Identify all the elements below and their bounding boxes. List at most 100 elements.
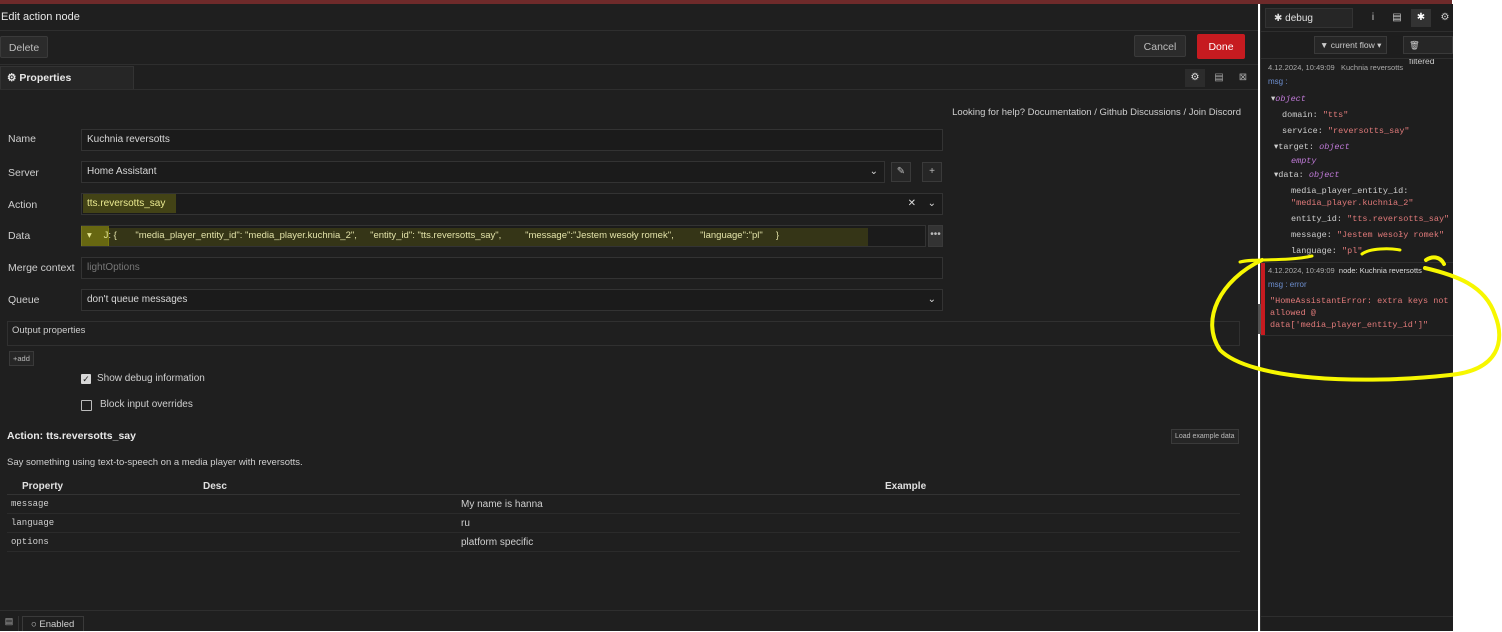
empty-label: empty [1291, 156, 1317, 166]
action-description: Say something using text-to-speech on a … [7, 457, 303, 468]
book-icon[interactable]: ▤ [1387, 9, 1407, 27]
table-row: message My name is hanna [7, 494, 1240, 514]
name-label: Name [8, 133, 37, 145]
server-select[interactable]: Home Assistant ⌄ [81, 161, 885, 183]
filter-label: current flow [1330, 40, 1375, 50]
settings-tab-icon[interactable]: ⚙ [1185, 69, 1205, 87]
clear-icon[interactable]: ✕ [908, 194, 916, 214]
cancel-button[interactable]: Cancel [1134, 35, 1186, 57]
data-label: Data [8, 230, 31, 242]
annotation-drawing [1210, 247, 1502, 382]
pencil-icon: ✎ [896, 166, 906, 177]
separator: / [1094, 107, 1097, 118]
queue-value: don't queue messages [87, 294, 188, 305]
example-cell: platform specific [457, 532, 1240, 552]
filter-icon: ▼ [1320, 40, 1329, 50]
action-label: Action [8, 199, 38, 211]
documentation-link[interactable]: Documentation [1028, 107, 1092, 118]
message-path: msg : [1268, 77, 1288, 86]
queue-select[interactable]: don't queue messages ⌄ [81, 289, 943, 311]
column-header: Example [457, 478, 1240, 495]
type-label: object [1275, 94, 1306, 104]
data-row[interactable]: ▾data: object [1274, 170, 1340, 180]
key: message: [1291, 230, 1332, 240]
output-properties-label: Output properties [12, 325, 86, 336]
dialog-title: Edit action node [1, 11, 80, 23]
block-overrides-label: Block input overrides [100, 399, 193, 410]
message-timestamp: 4.12.2024, 10:49:09 Kuchnia reversotts [1268, 63, 1403, 72]
tab-properties[interactable]: ⚙ Properties [0, 66, 134, 90]
filter-dropdown[interactable]: ▼ current flow ▾ [1314, 36, 1388, 54]
clear-messages-button[interactable]: 🗑 filtered [1403, 36, 1453, 66]
target-row[interactable]: ▾target: object [1274, 142, 1350, 152]
message-source[interactable]: Kuchnia reversotts [1341, 63, 1403, 72]
property-cell: options [7, 532, 88, 552]
domain-row: domain: "tts" [1282, 110, 1348, 120]
timestamp: 4.12.2024, 10:49:09 [1268, 63, 1335, 72]
name-input[interactable]: Kuchnia reversotts [81, 129, 943, 151]
property-cell: message [7, 494, 88, 514]
github-link[interactable]: Github Discussions [1099, 107, 1180, 118]
show-debug-label: Show debug information [97, 373, 205, 384]
chevron-down-icon: ⌄ [927, 198, 936, 209]
queue-label: Queue [8, 294, 40, 306]
property-cell: language [7, 513, 88, 533]
column-header: Property [7, 478, 88, 495]
help-links: Looking for help? Documentation / Github… [952, 107, 1241, 118]
annotation-highlight [83, 194, 176, 213]
discord-link[interactable]: Join Discord [1189, 107, 1241, 118]
table-row: options platform specific [7, 532, 1240, 552]
edit-server-button[interactable]: ✎ [891, 162, 911, 182]
circle-icon: ○ [31, 619, 37, 630]
desc-cell [88, 513, 457, 533]
trash-icon: 🗑 [1409, 40, 1420, 50]
message-row: message: "Jestem wesoły romek" [1291, 230, 1444, 240]
server-value: Home Assistant [87, 166, 157, 177]
action-select[interactable]: tts.reversotts_say ✕ ⌄ [81, 193, 943, 215]
output-properties-box: Output properties [7, 321, 1240, 346]
entity-id-row: entity_id: "tts.reversotts_say" [1291, 214, 1449, 224]
enabled-toggle[interactable]: ○ Enabled [22, 616, 84, 631]
key: target: [1278, 142, 1314, 152]
key: media_player_entity_id: [1291, 186, 1409, 196]
key: entity_id: [1291, 214, 1343, 224]
type-label: object [1319, 142, 1350, 152]
chevron-down-icon: ⌄ [869, 166, 878, 177]
chevron-down-icon: ⌄ [927, 294, 936, 305]
add-server-button[interactable]: + [922, 162, 942, 182]
done-button[interactable]: Done [1197, 34, 1245, 59]
book-icon[interactable]: ▤ [0, 616, 19, 631]
object-root[interactable]: ▾object [1271, 94, 1306, 104]
desc-cell [88, 532, 457, 552]
load-example-button[interactable]: Load example data [1171, 429, 1239, 444]
action-doc-table: Property Desc Example message My name is … [7, 478, 1240, 552]
value: "tts" [1322, 110, 1349, 120]
description-tab-icon[interactable]: ▤ [1209, 69, 1229, 87]
merge-context-input[interactable]: lightOptions [81, 257, 943, 279]
desc-cell [88, 494, 457, 514]
debug-tab-label: debug [1285, 13, 1313, 24]
expand-editor-button[interactable]: ••• [928, 225, 943, 247]
tab-debug[interactable]: ✱ debug [1265, 8, 1353, 28]
chevron-down-icon: ▾ [1377, 40, 1382, 50]
bug-icon[interactable]: ✱ [1411, 9, 1431, 27]
add-output-button[interactable]: +add [9, 351, 34, 366]
appearance-tab-icon[interactable]: ⊠ [1233, 69, 1253, 87]
key: domain: [1282, 110, 1318, 120]
ellipsis-icon: ••• [930, 229, 941, 240]
info-icon[interactable]: i [1363, 9, 1383, 27]
show-debug-checkbox[interactable]: ✓ [81, 374, 91, 384]
delete-button[interactable]: Delete [0, 36, 48, 58]
key: service: [1282, 126, 1323, 136]
server-label: Server [8, 167, 39, 179]
annotation-highlight [81, 226, 109, 246]
example-cell: My name is hanna [457, 494, 1240, 514]
plus-icon: + [929, 166, 935, 177]
merge-context-label: Merge context [8, 262, 75, 274]
gear-icon: ⚙ [7, 72, 17, 84]
annotation-highlight [108, 228, 868, 246]
example-cell: ru [457, 513, 1240, 533]
block-overrides-checkbox[interactable] [81, 400, 92, 411]
table-row: language ru [7, 513, 1240, 533]
gear-icon[interactable]: ⚙ [1435, 9, 1455, 27]
